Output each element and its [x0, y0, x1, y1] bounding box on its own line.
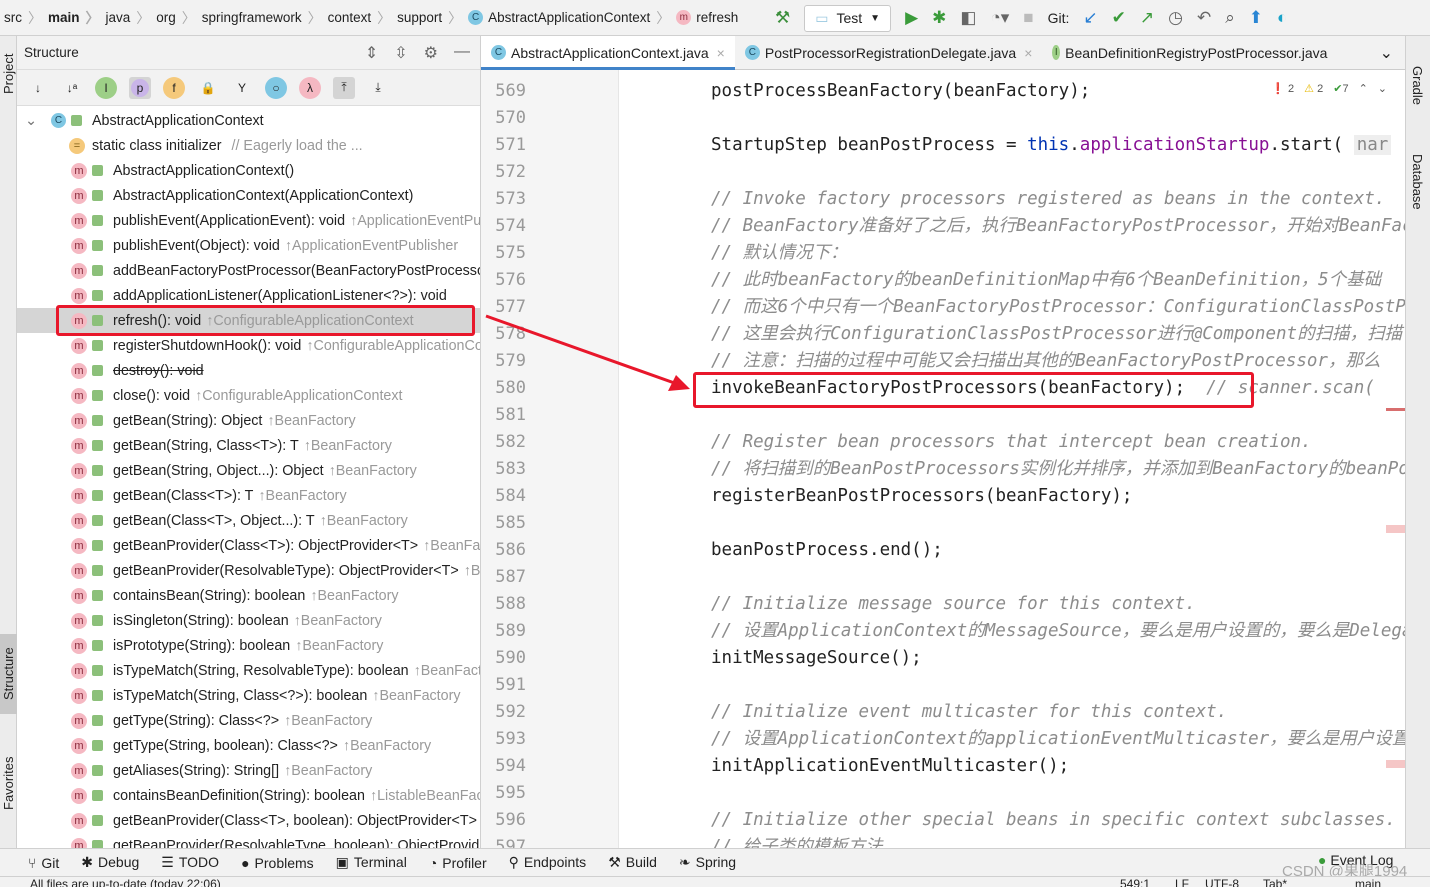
line-separator[interactable]: LF	[1175, 877, 1189, 887]
spring-icon: ❧	[678, 854, 691, 870]
tool-button-profiler[interactable]: ◔ Profiler	[429, 855, 487, 871]
tool-button-problems[interactable]: ● Problems	[241, 855, 314, 871]
tool-button-terminal[interactable]: ▣ Terminal	[336, 854, 407, 871]
tool-window-bar: ⑂ Git ✱ Debug ☰ TODO ● Problems ▣ Terminal ◔ Profil…	[0, 848, 1430, 876]
tool-button-spring[interactable]: ❧ Spring	[679, 854, 736, 871]
tool-label: Git	[41, 854, 60, 871]
tool-label: Build	[625, 854, 657, 870]
tool-button-build[interactable]: ⚒ Build	[608, 854, 657, 871]
tool-label: Problems	[254, 854, 314, 871]
todo-icon: ☰	[161, 854, 174, 870]
build-icon: ⚒	[608, 854, 621, 870]
terminal-icon: ▣	[335, 854, 349, 870]
status-bar: All files are up-to-date (today 22:06) 5…	[0, 876, 1430, 887]
tool-button-todo[interactable]: ☰ TODO	[161, 854, 219, 871]
indent-setting[interactable]: Tab*	[1263, 877, 1287, 887]
problems-icon: ●	[241, 854, 250, 871]
git-branch[interactable]: main	[1355, 877, 1381, 887]
tool-button-git[interactable]: ⑂ Git	[28, 855, 59, 871]
tool-label: Debug	[98, 854, 140, 870]
tool-label: Profiler	[442, 854, 487, 871]
git-icon: ⑂	[28, 854, 37, 871]
tool-button-endpoints[interactable]: ⚲ Endpoints	[509, 854, 587, 871]
file-encoding[interactable]: UTF-8	[1205, 877, 1239, 887]
debug-icon: ✱	[81, 854, 94, 870]
tool-button-debug[interactable]: ✱ Debug	[81, 854, 139, 871]
tool-label: TODO	[178, 854, 220, 870]
caret-position[interactable]: 549:1	[1120, 877, 1150, 887]
endpoints-icon: ⚲	[508, 854, 519, 870]
profiler-icon: ◔	[428, 854, 438, 871]
tool-label: Terminal	[353, 854, 407, 870]
tool-label: Endpoints	[523, 854, 587, 870]
tool-label: Spring	[695, 854, 737, 870]
annotation-arrow	[485, 314, 690, 391]
arrow-line	[485, 314, 681, 387]
status-message: All files are up-to-date (today 22:06)	[30, 877, 221, 887]
